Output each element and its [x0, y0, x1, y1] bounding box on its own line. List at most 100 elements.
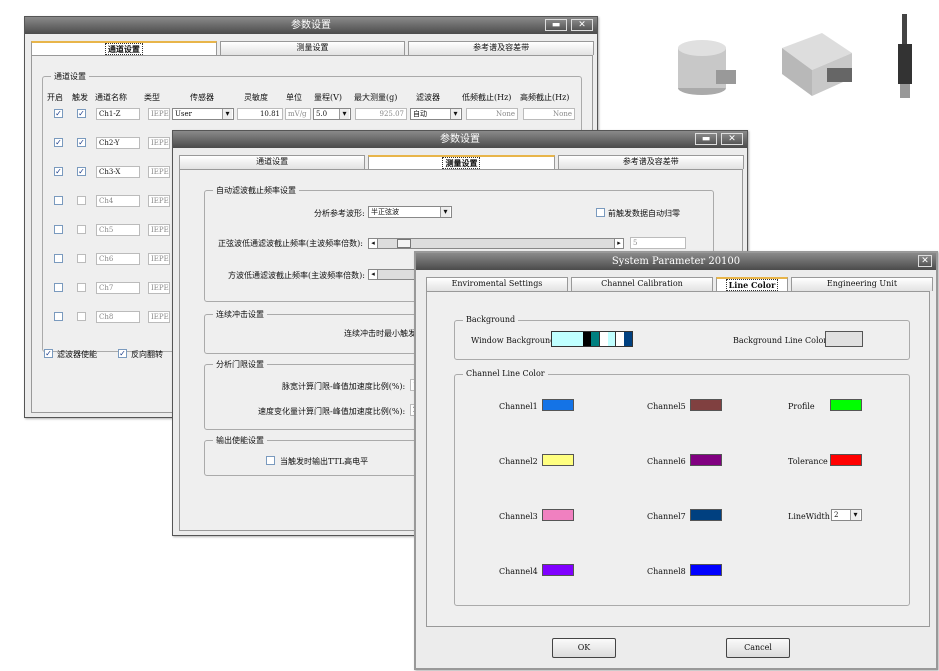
velocity-threshold-label: 速度变化量计算门限-峰值加速度比例(%): [258, 407, 406, 416]
square-cutoff-slider[interactable]: ◂ [368, 269, 418, 280]
max-field: 925.07 [355, 108, 407, 120]
group-label: 通道设置 [51, 71, 89, 82]
minimize-button[interactable]: ▬ [695, 133, 717, 145]
channel4-color-swatch[interactable] [542, 564, 574, 576]
filter-select[interactable]: 自动 [410, 108, 462, 120]
enable-checkbox[interactable] [54, 196, 63, 205]
tolerance-label: Tolerance [788, 457, 828, 466]
hdr-sensitivity: 灵敏度 [244, 93, 268, 102]
close-button[interactable]: ✕ [918, 255, 932, 267]
accelerometer-probe-photo [898, 14, 912, 98]
pre-trigger-zero-label: 前触发数据自动归零 [608, 209, 680, 218]
close-button[interactable]: ✕ [721, 133, 743, 145]
left-arrow-icon[interactable]: ◂ [369, 270, 378, 279]
window-title: 参数设置 [440, 134, 480, 145]
square-cutoff-label: 方波低通滤波截止频率(主波频率倍数): [228, 271, 365, 280]
flip-checkbox[interactable]: ✓ [118, 349, 127, 358]
profile-color-swatch[interactable] [830, 399, 862, 411]
pre-trigger-zero-checkbox[interactable] [596, 208, 605, 217]
channel3-color-swatch[interactable] [542, 509, 574, 521]
tab-calibration[interactable]: Channel Calibration [571, 277, 713, 291]
filter-enable-label: 滤波器使能 [57, 350, 97, 359]
tab-reference-spectrum[interactable]: 参考谱及容差带 [408, 41, 595, 55]
bg-line-color-swatch[interactable] [825, 331, 863, 347]
enable-checkbox[interactable] [54, 254, 63, 263]
channel-name-input[interactable]: Ch3-X [96, 166, 140, 178]
tab-line-color[interactable]: Line Color [716, 277, 788, 291]
type-field: IEPE [148, 166, 170, 178]
trigger-checkbox[interactable]: ✓ [77, 167, 86, 176]
sensor-select[interactable]: User [172, 108, 234, 120]
threshold-group: 分析门限设置 [204, 359, 420, 430]
hdr-filter: 滤波器 [416, 93, 440, 102]
tab-channel-settings[interactable]: 通道设置 [179, 155, 366, 169]
channel-label: Channel3 [499, 512, 538, 521]
enable-checkbox[interactable]: ✓ [54, 167, 63, 176]
tab-environmental[interactable]: Enviromental Settings [426, 277, 568, 291]
channel-name-input[interactable]: Ch4 [96, 195, 140, 207]
channel-label: Channel1 [499, 402, 538, 411]
group-label: 分析门限设置 [213, 359, 267, 370]
trigger-checkbox[interactable] [77, 254, 86, 263]
enable-checkbox[interactable]: ✓ [54, 138, 63, 147]
channel8-color-swatch[interactable] [690, 564, 722, 576]
channel-name-input[interactable]: Ch5 [96, 224, 140, 236]
group-label: Background [463, 315, 519, 324]
low-cutoff[interactable]: None [466, 108, 518, 120]
enable-checkbox[interactable] [54, 283, 63, 292]
enable-checkbox[interactable] [54, 312, 63, 321]
channel-name-input[interactable]: Ch6 [96, 253, 140, 265]
right-arrow-icon[interactable]: ▸ [614, 239, 623, 248]
trigger-checkbox[interactable] [77, 225, 86, 234]
sensitivity-input[interactable]: 10.81 [237, 108, 283, 120]
channel-name-input[interactable]: Ch8 [96, 311, 140, 323]
channel-name-input[interactable]: Ch1-Z [96, 108, 140, 120]
system-parameter-window: System Parameter 20100 ✕ Enviromental Se… [414, 251, 938, 670]
enable-checkbox[interactable] [54, 225, 63, 234]
channel-label: Channel5 [647, 402, 686, 411]
channel-name-input[interactable]: Ch7 [96, 282, 140, 294]
window-title: 参数设置 [291, 20, 331, 31]
tab-measurement-settings[interactable]: 测量设置 [219, 41, 406, 55]
trigger-checkbox[interactable] [77, 312, 86, 321]
channel-label: Channel6 [647, 457, 686, 466]
channel2-color-swatch[interactable] [542, 454, 574, 466]
hdr-type: 类型 [144, 93, 160, 102]
tab-channel-settings[interactable]: 通道设置 [31, 41, 217, 55]
trigger-checkbox[interactable] [77, 283, 86, 292]
enable-checkbox[interactable]: ✓ [54, 109, 63, 118]
trigger-checkbox[interactable]: ✓ [77, 109, 86, 118]
channel-label: Channel7 [647, 512, 686, 521]
minimize-button[interactable]: ▬ [545, 19, 567, 31]
ttl-checkbox[interactable] [266, 456, 275, 465]
channel-name-input[interactable]: Ch2-Y [96, 137, 140, 149]
linewidth-select[interactable]: 2 [831, 509, 862, 521]
trigger-checkbox[interactable] [77, 196, 86, 205]
trigger-checkbox[interactable]: ✓ [77, 138, 86, 147]
slider-thumb[interactable] [397, 239, 411, 248]
tolerance-color-swatch[interactable] [830, 454, 862, 466]
cancel-button[interactable]: Cancel [726, 638, 790, 658]
channel6-color-swatch[interactable] [690, 454, 722, 466]
window-bg-palette[interactable] [551, 331, 633, 347]
tab-engineering-unit[interactable]: Engineering Unit [791, 277, 933, 291]
accelerometer-cube-photo [782, 33, 852, 96]
sine-cutoff-value[interactable]: 5 [630, 237, 686, 249]
channel1-color-swatch[interactable] [542, 399, 574, 411]
high-cutoff[interactable]: None [523, 108, 575, 120]
hdr-sensor: 传感器 [190, 93, 214, 102]
tab-measurement-settings[interactable]: 测量设置 [368, 155, 555, 169]
filter-enable-checkbox[interactable]: ✓ [44, 349, 53, 358]
left-arrow-icon[interactable]: ◂ [369, 239, 378, 248]
flip-label: 反向翻转 [131, 350, 163, 359]
tab-reference-spectrum[interactable]: 参考谱及容差带 [557, 155, 744, 169]
sine-cutoff-slider[interactable]: ◂ ▸ [368, 238, 624, 249]
ref-wave-select[interactable]: 半正弦波 [368, 206, 452, 218]
channel5-color-swatch[interactable] [690, 399, 722, 411]
type-field: IEPE [148, 137, 170, 149]
range-select[interactable]: 5.0 [313, 108, 351, 120]
close-button[interactable]: ✕ [571, 19, 593, 31]
ok-button[interactable]: OK [552, 638, 616, 658]
type-field: IEPE [148, 311, 170, 323]
channel7-color-swatch[interactable] [690, 509, 722, 521]
